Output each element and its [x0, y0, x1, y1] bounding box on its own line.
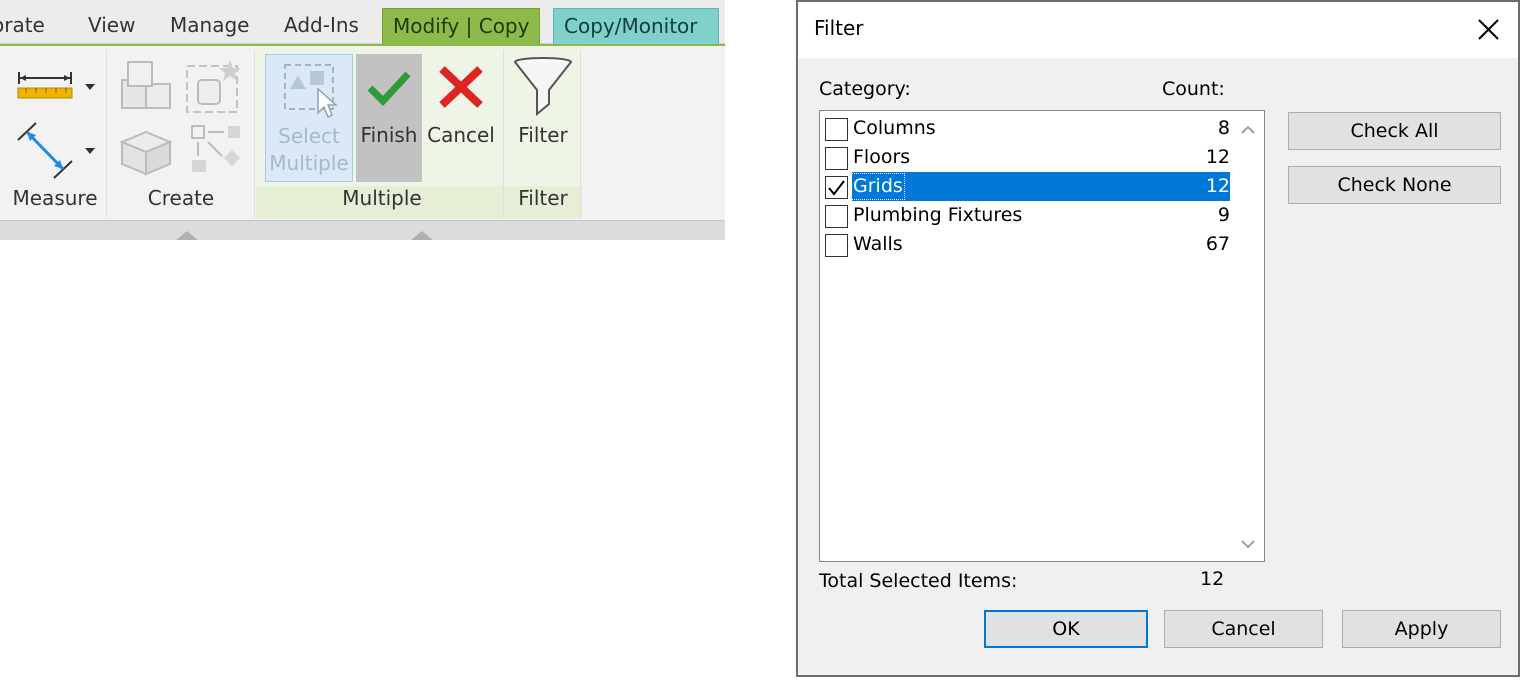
array-icon — [191, 125, 240, 172]
ok-button[interactable]: OK — [984, 610, 1148, 648]
category-name: Floors — [853, 146, 911, 168]
stacked-panels-icon — [119, 130, 173, 176]
panel-label-filter[interactable]: Filter — [506, 186, 580, 210]
category-name: Grids — [851, 173, 905, 200]
select-label-line2: Multiple — [269, 151, 349, 175]
finish-label: Finish — [360, 123, 418, 147]
category-count: 12 — [1205, 146, 1230, 168]
dialog-titlebar[interactable]: Filter — [798, 2, 1518, 58]
panel-separator — [580, 50, 581, 218]
select-multiple-button[interactable]: Select Multiple — [265, 54, 353, 182]
category-count: 12 — [1205, 175, 1230, 197]
select-label-line1: Select — [278, 124, 340, 148]
total-selected-label: Total Selected Items: — [819, 570, 1018, 592]
checkmark-icon — [367, 71, 411, 107]
tab-collaborate[interactable]: orate — [0, 8, 55, 44]
close-icon — [1478, 19, 1499, 40]
category-header: Category: — [819, 78, 911, 100]
tab-modify-copy[interactable]: Modify | Copy — [382, 8, 541, 44]
align-dropdown-chevron-icon[interactable] — [85, 148, 95, 154]
panel-separator — [254, 50, 255, 218]
filter-label: Filter — [518, 123, 568, 147]
panel-label-measure[interactable]: Measure — [0, 186, 110, 210]
check-all-button[interactable]: Check All — [1288, 112, 1501, 150]
cancel-button[interactable]: Cancel — [1164, 610, 1323, 648]
align-dimension-icon[interactable] — [14, 120, 76, 182]
ribbon: orate View Manage Add-Ins Modify | Copy … — [0, 0, 725, 240]
red-x-icon — [439, 66, 483, 108]
select-multiple-icon — [284, 64, 338, 119]
category-name: Columns — [853, 117, 936, 139]
checkbox[interactable] — [825, 205, 848, 228]
measure-dropdown-chevron-icon[interactable] — [85, 84, 95, 90]
panel-label-create[interactable]: Create — [118, 186, 244, 210]
checkbox[interactable] — [825, 234, 848, 257]
filter-dialog: Filter Category: Count: Columns 8 Floors… — [796, 0, 1520, 677]
selection-highlight — [852, 172, 1230, 201]
list-item[interactable]: Walls 67 — [820, 230, 1232, 259]
tab-copy-monitor[interactable]: Copy/Monitor — [553, 8, 719, 44]
checkbox[interactable] — [825, 118, 848, 141]
category-name: Walls — [853, 233, 903, 255]
ribbon-cancel-button[interactable]: Cancel — [424, 54, 498, 182]
total-selected-value: 12 — [1200, 568, 1225, 590]
checkbox[interactable] — [825, 147, 848, 170]
scroll-up-icon[interactable] — [1240, 125, 1256, 135]
category-name: Plumbing Fixtures — [853, 204, 1023, 226]
category-count: 67 — [1205, 233, 1230, 255]
tab-view[interactable]: View — [78, 8, 145, 44]
list-item[interactable]: Columns 8 — [820, 114, 1232, 143]
count-header: Count: — [1162, 78, 1225, 100]
view-tabs-strip — [0, 220, 725, 240]
checkmark-icon — [828, 180, 845, 196]
view-tab-marker-icon — [176, 231, 198, 240]
list-scrollbar[interactable] — [1232, 111, 1264, 561]
ribbon-filter-button[interactable]: Filter — [508, 54, 578, 182]
ribbon-tab-bar: orate View Manage Add-Ins Modify | Copy … — [0, 0, 725, 44]
check-none-button[interactable]: Check None — [1288, 166, 1501, 204]
scroll-down-icon[interactable] — [1240, 539, 1256, 549]
finish-button[interactable]: Finish — [356, 54, 422, 182]
apply-button[interactable]: Apply — [1342, 610, 1501, 648]
list-item-selected[interactable]: Grids 12 — [820, 172, 1232, 201]
close-button[interactable] — [1468, 10, 1508, 50]
measure-dimension-icon[interactable] — [16, 68, 74, 102]
funnel-icon — [514, 57, 572, 117]
view-tab-marker-icon — [411, 231, 433, 240]
dialog-title: Filter — [814, 16, 864, 40]
category-count: 9 — [1217, 204, 1230, 226]
cancel-label: Cancel — [427, 123, 495, 147]
list-item[interactable]: Plumbing Fixtures 9 — [820, 201, 1232, 230]
panel-label-multiple[interactable]: Multiple — [256, 186, 508, 210]
category-count: 8 — [1217, 117, 1230, 139]
checkbox-checked[interactable] — [825, 176, 848, 199]
tab-manage[interactable]: Manage — [160, 8, 259, 44]
list-item[interactable]: Floors 12 — [820, 143, 1232, 172]
create-element-icon — [186, 60, 241, 113]
category-list[interactable]: Columns 8 Floors 12 Grids 12 Plumbing Fi… — [819, 110, 1265, 562]
copy-blocks-icon — [121, 61, 171, 109]
tab-add-ins[interactable]: Add-Ins — [274, 8, 369, 44]
